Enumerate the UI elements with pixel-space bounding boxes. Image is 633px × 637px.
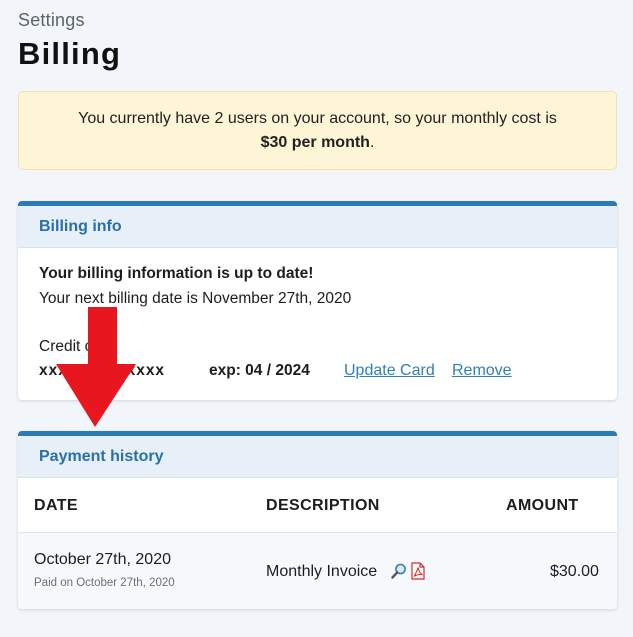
column-header-description: DESCRIPTION (266, 497, 380, 514)
notice-cost: $30 per month (260, 134, 370, 151)
notice-text: You currently have 2 users on your accou… (78, 110, 557, 127)
breadcrumb: Settings (18, 10, 85, 30)
billing-status: Your billing information is up to date! (39, 265, 314, 282)
payment-date: October 27th, 2020 (34, 551, 171, 568)
pdf-icon[interactable] (411, 562, 427, 580)
update-card-link[interactable]: Update Card (344, 362, 435, 380)
table-row: October 27th, 2020 Paid on October 27th,… (18, 533, 617, 609)
payment-history-card: Payment history DATE DESCRIPTION AMOUNT … (18, 431, 617, 609)
billing-info-header: Billing info (18, 206, 617, 248)
next-billing-date: Your next billing date is November 27th,… (39, 290, 352, 307)
column-header-amount: AMOUNT (506, 497, 579, 514)
cost-notice: You currently have 2 users on your accou… (18, 91, 617, 170)
paid-on-date: Paid on October 27th, 2020 (34, 577, 175, 589)
card-expiry: exp: 04 / 2024 (209, 362, 310, 379)
payment-history-header: Payment history (18, 436, 617, 478)
payment-amount: $30.00 (550, 563, 599, 580)
remove-card-link[interactable]: Remove (452, 362, 512, 380)
magnifier-icon[interactable] (391, 562, 407, 580)
billing-info-body: Your billing information is up to date! … (18, 248, 617, 400)
billing-info-card: Billing info Your billing information is… (18, 201, 617, 400)
notice-period: . (369, 134, 375, 151)
billing-page: Settings Billing You currently have 2 us… (0, 0, 633, 637)
page-title: Billing (18, 36, 122, 71)
card-number: xxxx xxxx xxxx (39, 362, 166, 379)
table-header: DATE DESCRIPTION AMOUNT (18, 478, 617, 533)
credit-card-label: Credit card (39, 338, 115, 355)
payment-description: Monthly Invoice (266, 563, 378, 580)
invoice-actions (391, 562, 427, 580)
column-header-date: DATE (34, 497, 78, 514)
